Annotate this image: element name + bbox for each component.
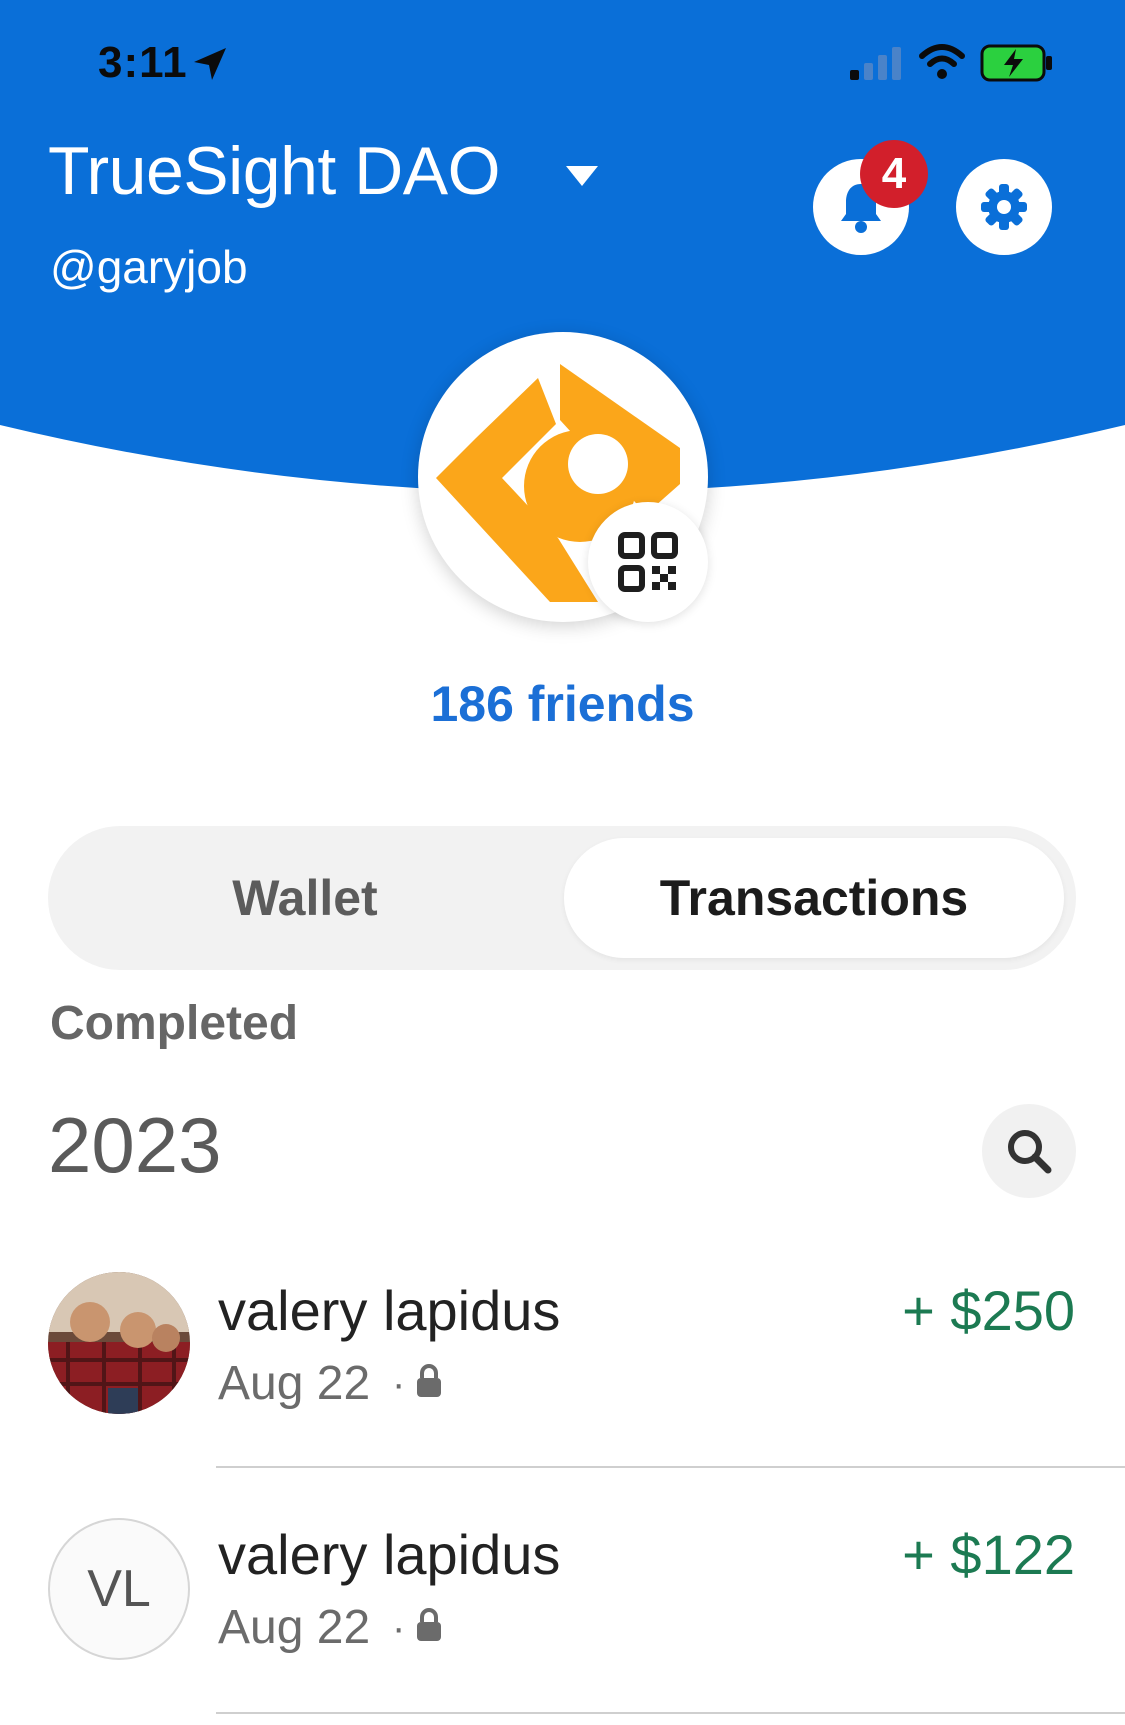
section-completed: Completed <box>50 997 299 1050</box>
row-divider <box>216 1466 1125 1468</box>
qr-code-icon <box>618 532 678 592</box>
notification-badge: 4 <box>860 140 928 208</box>
location-arrow-icon <box>194 48 226 80</box>
settings-button[interactable] <box>956 159 1052 255</box>
avatar-initials: VL <box>48 1518 190 1660</box>
transaction-amount: + $250 <box>902 1279 1075 1342</box>
transaction-name: valery lapidus <box>218 1279 561 1342</box>
user-photo-icon <box>48 1272 190 1414</box>
friends-link[interactable]: 186 friends <box>0 675 1125 733</box>
search-button[interactable] <box>982 1104 1076 1198</box>
cellular-signal-icon <box>850 47 901 80</box>
user-handle: @garyjob <box>50 241 248 293</box>
avatar <box>48 1272 190 1414</box>
row-divider <box>216 1712 1125 1714</box>
lock-icon <box>417 1608 441 1641</box>
year-heading: 2023 <box>48 1101 222 1189</box>
lock-icon <box>417 1364 441 1397</box>
transaction-amount: + $122 <box>902 1523 1075 1586</box>
search-icon <box>1008 1130 1052 1174</box>
status-time: 3:11 <box>98 38 188 87</box>
tab-transactions[interactable]: Transactions <box>564 838 1064 958</box>
qr-code-button[interactable] <box>588 502 708 622</box>
caret-down-icon[interactable] <box>562 160 602 190</box>
wifi-icon <box>919 44 965 79</box>
transaction-date: Aug 22 <box>218 1601 371 1654</box>
transaction-name: valery lapidus <box>218 1523 561 1586</box>
account-name[interactable]: TrueSight DAO <box>48 132 501 210</box>
tab-wallet[interactable]: Wallet <box>60 838 550 958</box>
wallet-transactions-toggle: Wallet Transactions <box>48 826 1076 970</box>
battery-charging-icon <box>980 44 1052 82</box>
date-separator: · <box>392 1362 406 1406</box>
transaction-date: Aug 22 <box>218 1357 371 1410</box>
gear-icon <box>981 184 1027 230</box>
date-separator: · <box>392 1606 406 1650</box>
